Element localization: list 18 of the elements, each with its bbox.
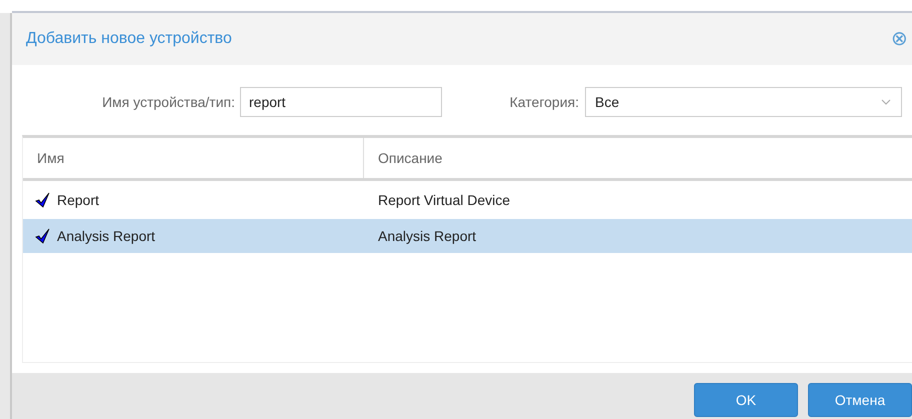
table-cell: Report Virtual Device xyxy=(378,192,510,208)
dialog-title: Добавить новое устройство xyxy=(26,30,232,48)
table-cell: Analysis Report xyxy=(378,228,476,244)
column-header[interactable]: Имя xyxy=(23,138,364,178)
checkmark-icon xyxy=(35,228,51,244)
table-row[interactable]: Report Report Virtual Device xyxy=(23,183,912,217)
field-label: Имя устройства/тип: xyxy=(101,94,235,110)
table-cell: Analysis Report xyxy=(57,228,156,244)
table-row[interactable]: Analysis Report Analysis Report xyxy=(23,219,912,253)
cancel-button[interactable]: Отмена xyxy=(808,383,912,417)
device-name-field[interactable]: report xyxy=(240,87,442,117)
category-dropdown[interactable]: Все xyxy=(585,87,902,117)
field-label: Категория: xyxy=(508,94,579,110)
ok-button[interactable]: OK xyxy=(694,383,798,417)
checkmark-icon xyxy=(35,192,51,208)
table-cell: Report xyxy=(57,192,100,208)
column-header[interactable]: Описание xyxy=(364,138,442,178)
chevron-down-icon xyxy=(881,99,891,105)
